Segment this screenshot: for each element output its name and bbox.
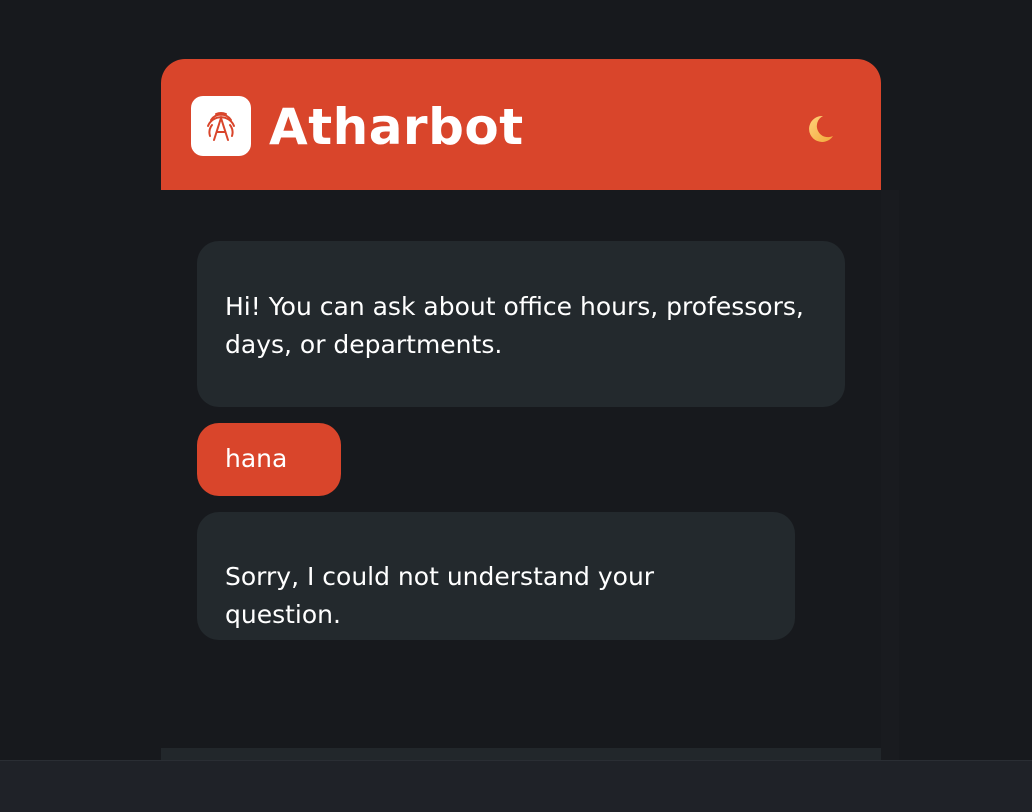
chat-window: Atharbot Hi! You can ask about office ho…	[161, 59, 881, 760]
bottom-bar	[0, 760, 1032, 812]
bot-message: Sorry, I could not understand your quest…	[197, 512, 795, 640]
user-message: hana	[197, 423, 341, 496]
input-area[interactable]	[161, 748, 881, 760]
fingerprint-a-icon	[207, 112, 235, 141]
card-edge	[881, 190, 899, 760]
app-title: Atharbot	[269, 98, 524, 156]
message-list: Hi! You can ask about office hours, prof…	[161, 190, 881, 748]
bot-message: Hi! You can ask about office hours, prof…	[197, 241, 845, 407]
app-logo	[191, 96, 251, 156]
chat-header: Atharbot	[161, 59, 881, 190]
crescent-moon-icon	[809, 115, 833, 142]
theme-toggle-button[interactable]	[801, 110, 839, 148]
